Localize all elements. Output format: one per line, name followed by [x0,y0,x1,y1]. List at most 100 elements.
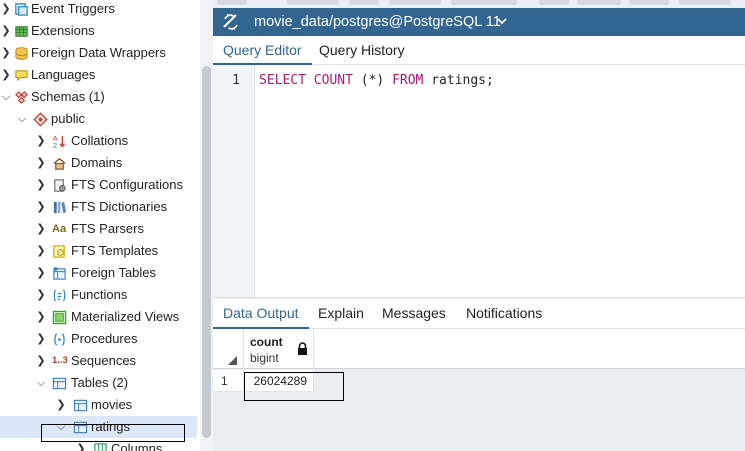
tree-item-domains[interactable]: ❯ Domains [0,152,197,174]
chevron-right-icon[interactable]: ❯ [35,174,47,196]
toolbar-button[interactable] [217,0,247,5]
toolbar-button[interactable] [349,0,379,5]
tree-item-fts-parsers[interactable]: ❯ Aa FTS Parsers [0,218,197,240]
tree-item-label: FTS Dictionaries [71,199,168,214]
tab-query-editor[interactable]: Query Editor [213,36,312,65]
toolbar-button[interactable] [539,0,569,5]
lock-icon [298,342,307,355]
tree-item-columns[interactable]: ❯ Columns [0,438,197,451]
sql-text: (*) [352,73,393,88]
tree-scrollbar-thumb[interactable] [202,66,211,438]
connection-title-bar[interactable]: movie_data/postgres@PostgreSQL 11 [213,8,745,36]
chevron-right-icon[interactable]: ❯ [35,130,47,152]
tree-item-procedures[interactable]: ❯ Procedures [0,328,197,350]
tree-item-ratings[interactable]: ⌵ ratings [0,416,197,438]
language-icon [15,70,28,82]
chevron-down-icon[interactable]: ⌵ [55,416,67,438]
tree-item-label: Procedures [71,331,138,346]
grid-corner-cell[interactable] [213,329,244,369]
tree-item-label: movies [91,397,133,412]
tree-item-label: public [51,111,85,126]
tree-item-label: Domains [71,155,123,170]
tree-item-extensions[interactable]: ❯ Extensions [0,20,197,42]
sql-keyword: SELECT [259,73,306,88]
tab-messages[interactable]: Messages [372,299,456,329]
toolbar-strip [213,0,745,8]
toolbar-button[interactable] [679,0,731,5]
tree-item-languages[interactable]: ❯ Languages [0,64,197,86]
toolbar-button[interactable] [629,0,669,5]
tree-item-label: Sequences [71,353,137,368]
tree-item-collations[interactable]: ❯ A Z Collations [0,130,197,152]
chevron-right-icon[interactable]: ❯ [35,240,47,262]
tree-item-fts-configurations[interactable]: ❯ FTS Configurations [0,174,197,196]
tree-item-sequences[interactable]: ❯ 1..3 Sequences [0,350,197,372]
column-header-count[interactable]: count bigint [244,329,314,369]
chevron-down-icon[interactable] [496,14,508,28]
sql-code-line[interactable]: SELECT COUNT (*) FROM ratings; [259,73,494,88]
tree-item-label: FTS Configurations [71,177,183,192]
tree-item-label: FTS Parsers [71,221,144,236]
select-all-icon [228,356,237,365]
chevron-right-icon[interactable]: ❯ [0,20,12,42]
chevron-right-icon[interactable]: ❯ [0,64,12,86]
tree-item-fts-templates[interactable]: ❯ FTS Templates [0,240,197,262]
schema-icon [33,112,48,127]
table-row[interactable]: 1 26024289 [213,370,314,392]
chevron-right-icon[interactable]: ❯ [35,328,47,350]
tab-data-output[interactable]: Data Output [213,299,309,329]
chevron-down-icon[interactable]: ⌵ [35,372,47,394]
chevron-right-icon[interactable]: ❯ [35,152,47,174]
tree-item-materialized-views[interactable]: ❯ Materialized Views [0,306,197,328]
chevron-right-icon[interactable]: ❯ [0,42,12,64]
sql-editor[interactable]: 1 SELECT COUNT (*) FROM ratings; [213,65,745,297]
column-type: bigint [250,351,279,365]
tree-item-event-triggers[interactable]: ❯ Event Triggers [0,0,197,20]
fts-configuration-icon [54,179,66,192]
chevron-right-icon[interactable]: ❯ [35,196,47,218]
database-connection-icon [223,14,238,30]
tree-item-foreign-tables[interactable]: ❯ Foreign Tables [0,262,197,284]
tree-item-label: Schemas (1) [31,89,105,104]
grid-header: count bigint [213,329,745,369]
toolbar-button[interactable] [451,0,517,5]
toolbar-button[interactable] [389,0,441,5]
toolbar-button[interactable] [287,0,339,5]
chevron-right-icon[interactable]: ❯ [35,350,47,372]
chevron-right-icon[interactable]: ❯ [35,284,47,306]
chevron-right-icon[interactable]: ❯ [55,394,67,416]
chevron-down-icon[interactable]: ⌵ [0,86,12,108]
tree-item-movies[interactable]: ❯ movies [0,394,197,416]
chevron-right-icon[interactable]: ❯ [0,0,12,20]
tree-item-label: Columns [111,441,163,451]
extension-icon [15,26,28,37]
line-number: 1 [232,73,240,88]
row-number: 1 [213,370,244,392]
chevron-right-icon[interactable]: ❯ [35,218,47,240]
tree-item-schemas[interactable]: ⌵ Schemas (1) [0,86,197,108]
tree-item-foreign-data-wrappers[interactable]: ❯ Foreign Data Wrappers [0,42,197,64]
collation-icon: A Z [53,135,66,149]
tree-scrollbar[interactable] [200,0,213,451]
tree-item-label: Collations [71,133,129,148]
output-tab-bar: Data Output Explain Messages Notificatio… [213,299,745,329]
editor-tab-bar: Query Editor Query History [213,36,745,65]
cell-count[interactable]: 26024289 [244,370,314,392]
fts-dictionary-icon [53,201,67,214]
tab-notifications[interactable]: Notifications [456,299,552,329]
chevron-right-icon[interactable]: ❯ [35,262,47,284]
chevron-right-icon[interactable]: ❯ [35,306,47,328]
tree-item-functions[interactable]: ❯ Functions [0,284,197,306]
tree-item-label: Tables (2) [71,375,129,390]
tab-query-history[interactable]: Query History [309,36,415,65]
tree-item-fts-dictionaries[interactable]: ❯ FTS Dictionaries [0,196,197,218]
tree-item-public[interactable]: ⌵ public [0,108,197,130]
chevron-right-icon[interactable]: ❯ [75,438,87,451]
toolbar-button[interactable] [577,0,621,5]
chevron-down-icon[interactable]: ⌵ [16,108,28,130]
tree-item-tables[interactable]: ⌵ Tables (2) [0,372,197,394]
tab-explain[interactable]: Explain [308,299,374,329]
tree-item-label: Event Triggers [31,1,115,16]
tree-item-label: Foreign Data Wrappers [31,45,166,60]
foreign-table-icon [53,266,66,280]
